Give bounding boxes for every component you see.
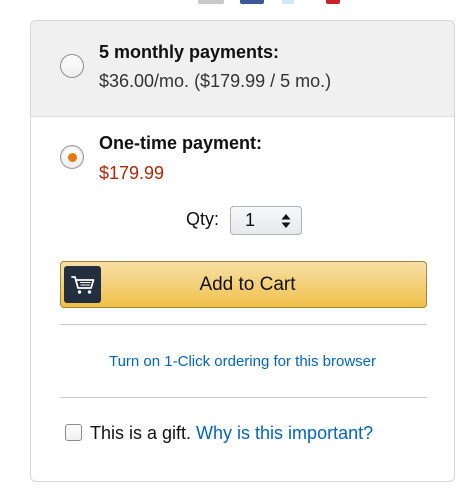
one-time-payment-radio[interactable] <box>60 145 84 169</box>
select-arrows-icon <box>281 214 291 228</box>
monthly-payment-option[interactable]: 5 monthly payments: $36.00/mo. ($179.99 … <box>31 21 454 117</box>
gift-info-link[interactable]: Why is this important? <box>196 423 373 443</box>
pinterest-icon[interactable] <box>326 0 340 4</box>
email-icon[interactable] <box>198 0 224 4</box>
radio-selected-dot <box>68 153 77 162</box>
add-to-cart-label: Add to Cart <box>199 274 296 295</box>
facebook-icon[interactable] <box>240 0 264 4</box>
quantity-label: Qty: <box>186 209 220 229</box>
one-click-link[interactable]: Turn on 1-Click ordering for this browse… <box>31 353 454 370</box>
gift-row: This is a gift. Why is this important? <box>90 423 373 444</box>
monthly-payment-radio[interactable] <box>60 54 84 78</box>
twitter-icon[interactable] <box>282 0 294 4</box>
one-time-payment-title: One-time payment: <box>99 133 263 153</box>
monthly-payment-title: 5 monthly payments: <box>99 42 280 62</box>
quantity-select[interactable]: 1 <box>230 206 302 235</box>
divider <box>60 397 427 398</box>
gift-checkbox[interactable] <box>65 424 82 441</box>
buy-box: 5 monthly payments: $36.00/mo. ($179.99 … <box>30 20 455 482</box>
share-bar <box>0 0 474 6</box>
gift-label: This is a gift. <box>90 423 192 443</box>
divider <box>60 324 427 325</box>
quantity-value: 1 <box>245 210 256 230</box>
monthly-payment-detail: $36.00/mo. ($179.99 / 5 mo.) <box>99 71 332 91</box>
one-time-payment-price: $179.99 <box>99 163 165 183</box>
add-to-cart-button[interactable]: Add to Cart <box>60 261 427 308</box>
